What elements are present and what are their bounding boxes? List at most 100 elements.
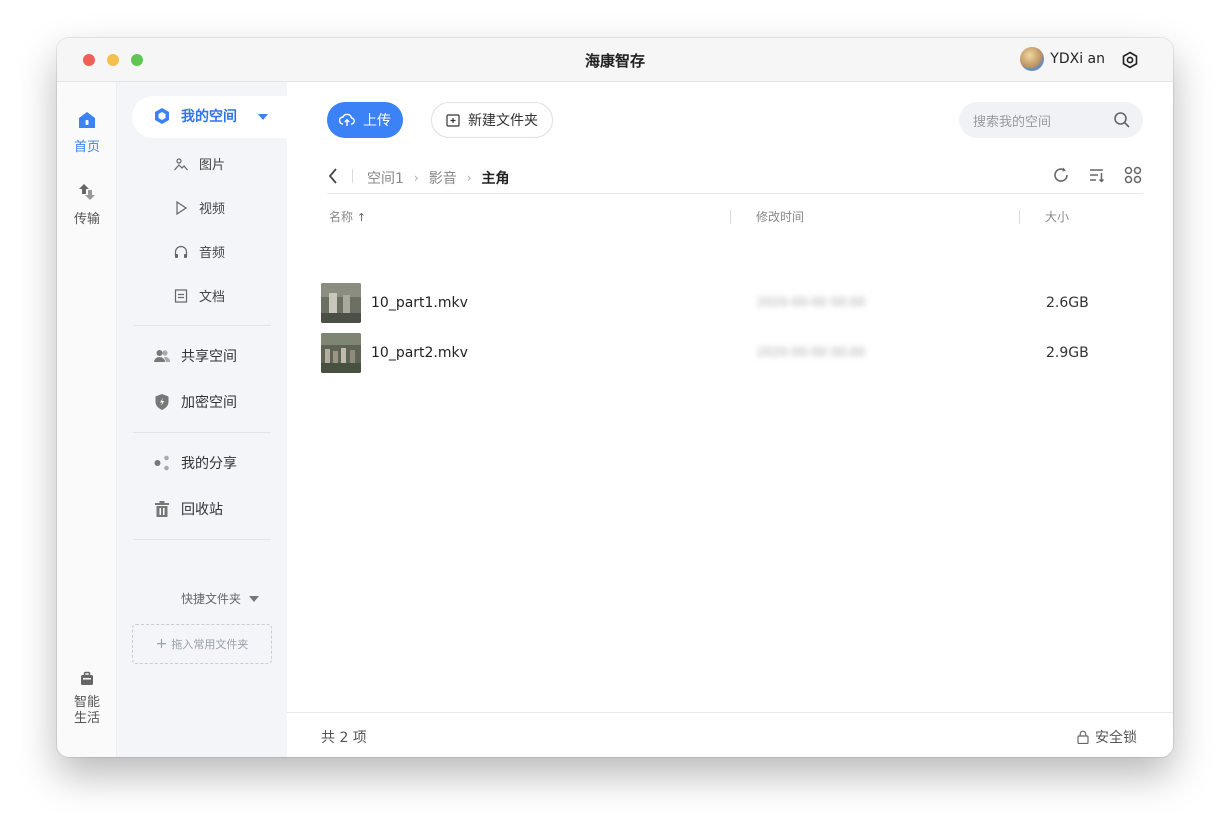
status-bar: 共 2 项 安全锁 (287, 712, 1173, 757)
sidebar-item-label: 回收站 (181, 502, 223, 518)
nav-rail: 首页 传输 智能 生活 (57, 82, 117, 757)
column-header-name[interactable]: 名称 ↑ (329, 208, 366, 225)
sidebar-item-videos[interactable]: 视频 (173, 198, 225, 217)
column-resize-handle[interactable] (730, 210, 731, 224)
sidebar-item-label: 图片 (199, 158, 226, 173)
file-modified-time: 2020-00-00 00:00 (757, 295, 866, 309)
security-lock-button[interactable]: 安全锁 (1077, 727, 1137, 747)
chevron-down-icon[interactable] (258, 114, 268, 120)
image-icon (174, 157, 188, 170)
document-icon (174, 288, 188, 303)
plus-icon: + (155, 636, 168, 652)
sort-asc-icon: ↑ (356, 211, 367, 224)
sidebar-item-label: 视频 (199, 202, 226, 217)
search-icon[interactable] (1113, 111, 1131, 129)
home-icon (79, 112, 95, 128)
sidebar-item-label: 我的分享 (181, 456, 237, 472)
briefcase-icon (81, 671, 93, 685)
sidebar-item-documents[interactable]: 文档 (173, 286, 225, 305)
sidebar-item-label: 加密空间 (181, 395, 237, 411)
sidebar-item-shared-space[interactable]: 共享空间 (153, 346, 237, 366)
column-name-label: 名称 (329, 210, 354, 224)
new-folder-button[interactable]: 新建文件夹 (431, 102, 553, 138)
video-thumbnail (321, 283, 361, 323)
refresh-icon[interactable] (1052, 166, 1070, 184)
sidebar-item-label: 我的空间 (181, 109, 237, 125)
sidebar-item-label: 音频 (199, 246, 226, 261)
item-count: 共 2 项 (321, 730, 367, 746)
rail-home-label: 首页 (73, 140, 100, 155)
sidebar-divider (133, 325, 271, 326)
column-resize-handle[interactable] (1019, 210, 1020, 224)
file-modified-time: 2020-00-00 00:00 (757, 345, 866, 359)
user-menu[interactable]: YDXi an (1020, 47, 1105, 71)
sidebar-item-my-space[interactable]: 我的空间 (153, 106, 237, 126)
sidebar: 我的空间 图片 视频 音频 文档 共享空间 加密空间 我的分享 回收站 快捷文件… (117, 82, 292, 757)
column-header-size[interactable]: 大小 (1045, 208, 1069, 225)
drop-hint-label: 拖入常用文件夹 (171, 638, 249, 651)
rail-transfer[interactable]: 传输 (57, 182, 117, 227)
trash-icon (155, 501, 169, 517)
lock-icon (1077, 730, 1089, 744)
transfer-icon (79, 184, 95, 200)
search-placeholder: 搜索我的空间 (973, 114, 1052, 130)
users-icon (154, 350, 171, 362)
breadcrumb: 空间1 › 影音 › 主角 (367, 168, 510, 188)
sidebar-item-pictures[interactable]: 图片 (173, 154, 225, 173)
quick-folders-header[interactable]: 快捷文件夹 (181, 590, 260, 607)
play-icon (176, 200, 188, 215)
chevron-right-icon: › (466, 171, 472, 185)
grid-view-icon[interactable] (1124, 166, 1142, 184)
sidebar-item-recycle-bin[interactable]: 回收站 (153, 499, 223, 519)
upload-button[interactable]: 上传 (327, 102, 403, 138)
title-bar: 海康智存 YDXi an (57, 38, 1173, 82)
sidebar-item-label: 共享空间 (181, 349, 237, 365)
rail-home[interactable]: 首页 (57, 110, 117, 155)
avatar (1020, 47, 1045, 71)
upload-label: 上传 (363, 113, 391, 129)
search-input[interactable]: 搜索我的空间 (959, 102, 1143, 138)
username: YDXi an (1050, 51, 1105, 67)
sidebar-item-audio[interactable]: 音频 (173, 242, 225, 261)
sidebar-item-encrypted-space[interactable]: 加密空间 (153, 392, 237, 412)
sidebar-item-label: 文档 (199, 290, 226, 305)
app-window: 海康智存 YDXi an 首页 传输 智能 生活 我的空间 图片 视频 音频 文… (57, 38, 1173, 757)
rail-life-label-1: 智能 (73, 695, 100, 710)
table-row[interactable]: 10_part2.mkv 2020-00-00 00:00 2.9GB (321, 333, 1143, 375)
rail-smart-life[interactable]: 智能 生活 (57, 669, 117, 727)
sidebar-divider (133, 432, 271, 433)
shield-icon (155, 394, 169, 410)
rail-life-label-2: 生活 (73, 711, 100, 726)
file-name: 10_part2.mkv (371, 345, 468, 361)
file-name: 10_part1.mkv (371, 295, 468, 311)
new-folder-label: 新建文件夹 (468, 113, 538, 129)
main-panel: 上传 新建文件夹 搜索我的空间 空间1 › 影音 › 主角 名称 ↑ 修改时间 … (287, 82, 1173, 757)
sort-icon[interactable] (1088, 166, 1106, 184)
table-header: 名称 ↑ 修改时间 大小 (327, 208, 1143, 228)
breadcrumb-item[interactable]: 影音 (429, 168, 457, 188)
table-row[interactable]: 10_part1.mkv 2020-00-00 00:00 2.6GB (321, 283, 1143, 325)
app-title: 海康智存 (584, 52, 645, 70)
chevron-right-icon: › (413, 171, 419, 185)
headphones-icon (174, 245, 188, 258)
add-folder-icon (446, 114, 460, 127)
video-thumbnail (321, 333, 361, 373)
sidebar-divider (133, 539, 271, 540)
breadcrumb-bar: 空间1 › 影音 › 主角 (327, 160, 1143, 194)
cloud-upload-icon (339, 113, 355, 126)
settings-icon[interactable] (1121, 51, 1139, 69)
file-size: 2.6GB (1046, 295, 1089, 311)
rail-transfer-label: 传输 (73, 212, 100, 227)
back-arrow-icon[interactable] (327, 166, 339, 186)
chevron-down-icon (249, 595, 260, 602)
breadcrumb-item[interactable]: 空间1 (367, 168, 404, 188)
breadcrumb-current: 主角 (481, 171, 510, 187)
sidebar-item-my-share[interactable]: 我的分享 (153, 453, 237, 473)
quick-folders-label: 快捷文件夹 (181, 592, 242, 606)
file-size: 2.9GB (1046, 345, 1089, 361)
share-icon (154, 455, 169, 471)
quick-folder-drop-zone[interactable]: + 拖入常用文件夹 (132, 624, 272, 664)
cube-icon (155, 108, 169, 124)
column-header-modified[interactable]: 修改时间 (756, 208, 804, 225)
divider (352, 169, 353, 183)
